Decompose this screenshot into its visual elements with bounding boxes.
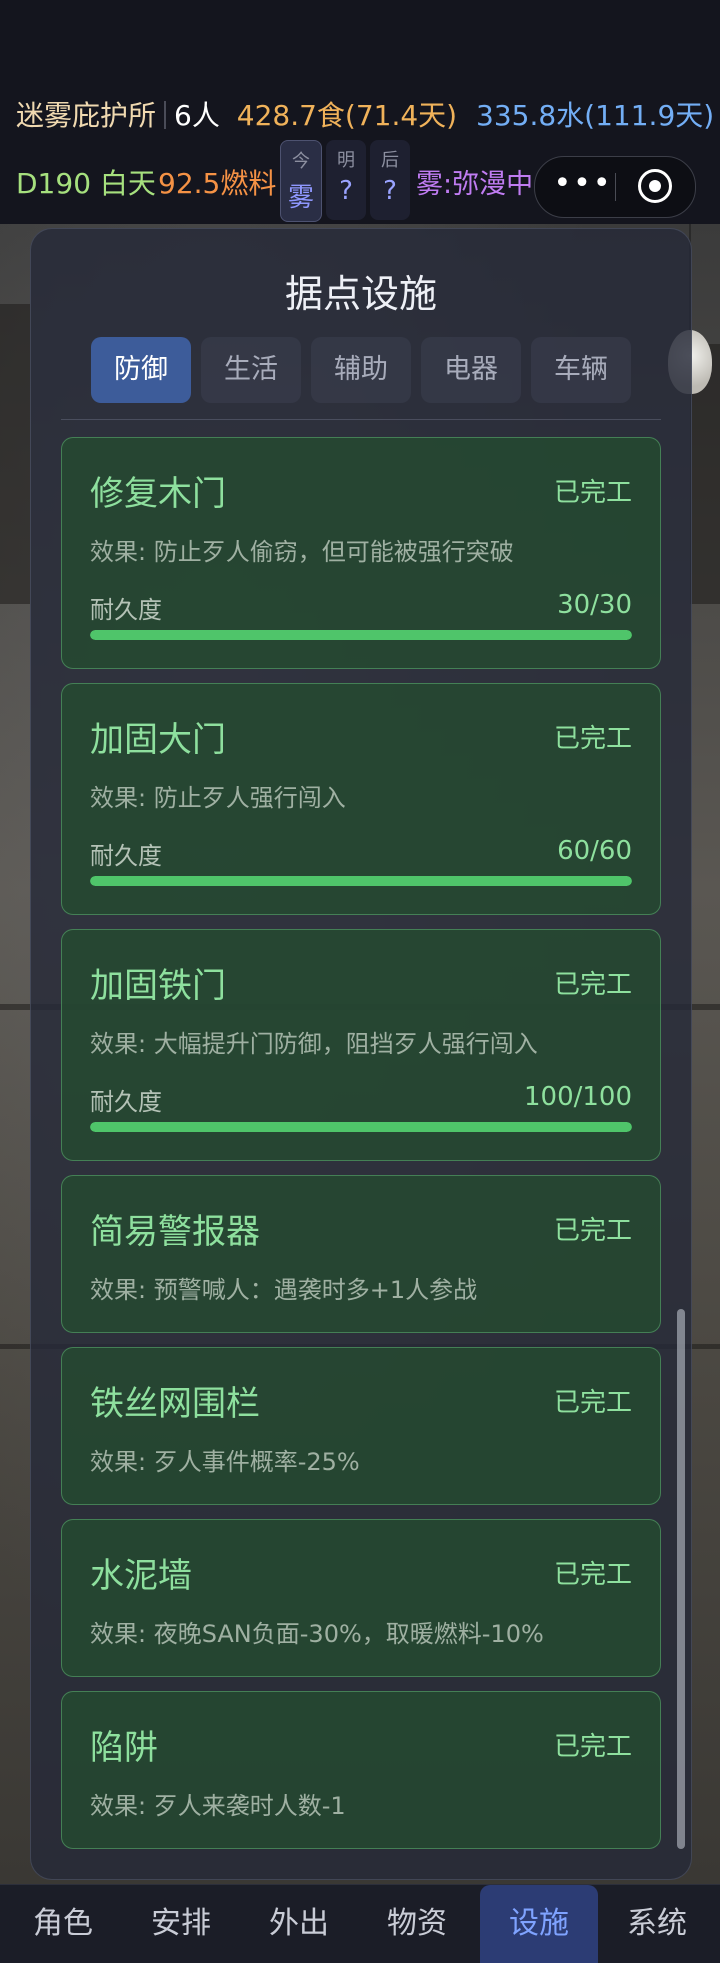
durability-bar (90, 1122, 632, 1132)
miniprogram-capsule: ••• (534, 156, 696, 218)
durability-label: 耐久度 (90, 1088, 162, 1116)
weather-today-label: 今 (292, 151, 310, 172)
fuel-stock: 92.5燃料 (158, 167, 277, 200)
durability-bar (90, 630, 632, 640)
tab-defense[interactable]: 防御 (91, 337, 191, 403)
nav-system[interactable]: 系统 (598, 1885, 716, 1963)
facility-status: 已完工 (553, 724, 632, 754)
facility-card[interactable]: 修复木门 已完工 效果: 防止歹人偷窃，但可能被强行突破 耐久度 30/30 (61, 437, 661, 669)
durability-fill (90, 876, 632, 886)
status-header: 迷雾庇护所 6人 428.7食(71.4天) 335.8水(111.9天) D19… (0, 0, 720, 224)
weather-after-label: 后 (381, 150, 399, 171)
weather-today-value: 雾 (287, 183, 314, 213)
close-target-icon[interactable] (638, 169, 672, 203)
facility-status: 已完工 (553, 478, 632, 508)
fog-status: 雾:弥漫中 (416, 169, 534, 200)
facility-effect: 效果: 大幅提升门防御，阻挡歹人强行闯入 (90, 1030, 538, 1058)
separator (164, 101, 167, 129)
more-icon[interactable]: ••• (553, 169, 613, 205)
scrollbar[interactable] (677, 1309, 685, 1849)
weather-today[interactable]: 今 雾 (280, 140, 322, 222)
durability-label: 耐久度 (90, 596, 162, 624)
nav-explore[interactable]: 外出 (240, 1885, 358, 1963)
facility-effect: 效果: 夜晚SAN负面-30%，取暖燃料-10% (90, 1620, 544, 1648)
facility-status: 已完工 (553, 1560, 632, 1590)
facility-status: 已完工 (553, 1216, 632, 1246)
facility-card[interactable]: 水泥墙 已完工 效果: 夜晚SAN负面-30%，取暖燃料-10% (61, 1519, 661, 1677)
durability-fill (90, 1122, 632, 1132)
tab-appliances[interactable]: 电器 (421, 337, 521, 403)
facility-status: 已完工 (553, 1732, 632, 1762)
tab-living[interactable]: 生活 (201, 337, 301, 403)
capsule-divider (615, 173, 616, 201)
facility-card[interactable]: 加固铁门 已完工 效果: 大幅提升门防御，阻挡歹人强行闯入 耐久度 100/10… (61, 929, 661, 1161)
facility-effect: 效果: 歹人事件概率-25% (90, 1448, 360, 1476)
panel-title: 据点设施 (284, 272, 437, 316)
durability-label: 耐久度 (90, 842, 162, 870)
people-count: 6人 (174, 99, 220, 132)
facility-name: 加固大门 (90, 720, 226, 760)
durability-value: 60/60 (557, 836, 632, 866)
facility-status: 已完工 (553, 1388, 632, 1418)
food-stock: 428.7食(71.4天) (236, 99, 458, 132)
facility-effect: 效果: 预警喊人：遇袭时多+1人参战 (90, 1276, 478, 1304)
water-stock: 335.8水(111.9天) (476, 99, 715, 132)
facility-name: 铁丝网围栏 (90, 1384, 260, 1424)
durability-bar (90, 876, 632, 886)
durability-value: 100/100 (523, 1082, 632, 1112)
day-indicator: D190 白天 (16, 167, 156, 200)
facility-name: 水泥墙 (90, 1556, 192, 1596)
facility-card[interactable]: 加固大门 已完工 效果: 防止歹人强行闯入 耐久度 60/60 (61, 683, 661, 915)
facility-card[interactable]: 简易警报器 已完工 效果: 预警喊人：遇袭时多+1人参战 (61, 1175, 661, 1333)
facility-effect: 效果: 防止歹人偷窃，但可能被强行突破 (90, 538, 514, 566)
shelter-name: 迷雾庇护所 (16, 99, 157, 132)
facility-name: 修复木门 (90, 474, 226, 514)
resource-row: 迷雾庇护所 6人 428.7食(71.4天) 335.8水(111.9天) (16, 94, 714, 134)
durability-fill (90, 630, 632, 640)
facility-name: 陷阱 (90, 1728, 158, 1768)
facility-name: 加固铁门 (90, 966, 226, 1006)
weather-tomorrow[interactable]: 明 ? (326, 140, 366, 220)
weather-after-value: ? (383, 176, 397, 206)
nav-characters[interactable]: 角色 (4, 1885, 122, 1963)
weather-tomorrow-label: 明 (337, 150, 355, 171)
tab-vehicles[interactable]: 车辆 (531, 337, 631, 403)
weather-day-after[interactable]: 后 ? (370, 140, 410, 220)
facility-card[interactable]: 陷阱 已完工 效果: 歹人来袭时人数-1 (61, 1691, 661, 1849)
facility-effect: 效果: 歹人来袭时人数-1 (90, 1792, 346, 1820)
nav-schedule[interactable]: 安排 (122, 1885, 240, 1963)
weather-tomorrow-value: ? (339, 176, 353, 206)
facilities-panel: 据点设施 防御 生活 辅助 电器 车辆 修复木门 已完工 效果: 防止歹人偷窃，… (30, 228, 692, 1880)
facility-effect: 效果: 防止歹人强行闯入 (90, 784, 346, 812)
facility-card[interactable]: 铁丝网围栏 已完工 效果: 歹人事件概率-25% (61, 1347, 661, 1505)
nav-supplies[interactable]: 物资 (358, 1885, 476, 1963)
tab-divider (61, 419, 661, 420)
tab-auxiliary[interactable]: 辅助 (311, 337, 411, 403)
facility-name: 简易警报器 (90, 1212, 260, 1252)
durability-value: 30/30 (557, 590, 632, 620)
nav-facilities[interactable]: 设施 (480, 1885, 598, 1963)
bottom-nav: 角色 安排 外出 物资 设施 系统 (0, 1884, 720, 1963)
facility-status: 已完工 (553, 970, 632, 1000)
